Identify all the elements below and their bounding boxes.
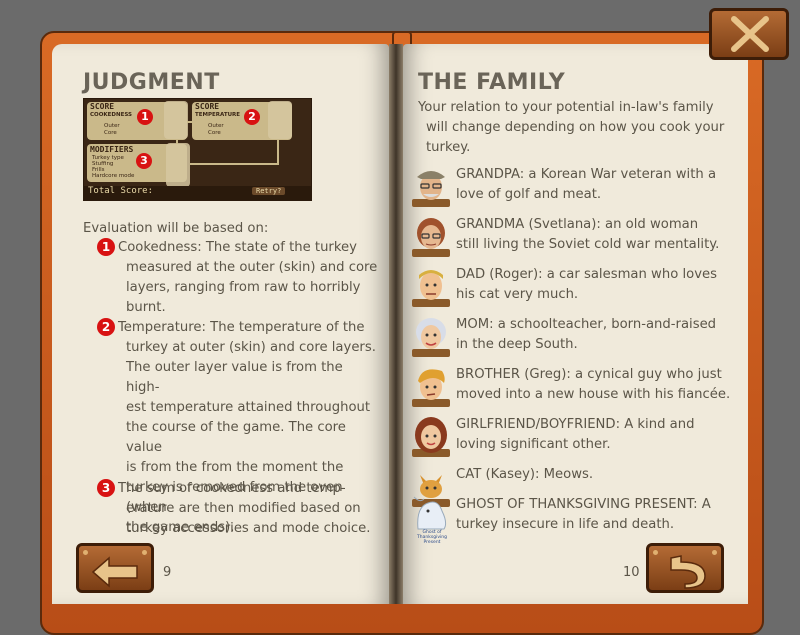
- item-2-badge: 2: [97, 318, 115, 336]
- item-1-line: measured at the outer (skin) and core: [126, 260, 378, 275]
- character-mom: MOM: a schoolteacher, born-and-raised in…: [408, 313, 750, 357]
- retry-button-preview: Retry?: [252, 187, 286, 195]
- item-2-line: est temperature attained throughout: [126, 400, 371, 415]
- evaluation-item-3: The sum of cookedness and temp- erature …: [98, 479, 378, 539]
- return-button[interactable]: [646, 543, 724, 593]
- item-2-line: the course of the game. The core value: [126, 420, 346, 455]
- modifiers-tab: [166, 143, 190, 187]
- character-grandpa: GRANDPA: a Korean War veteran with a lov…: [408, 163, 750, 207]
- character-line: DAD (Roger): a car salesman who loves: [456, 267, 717, 282]
- total-score-label: Total Score:: [88, 186, 154, 196]
- caption-line: Thanksgiving Present: [417, 535, 447, 545]
- callout-badge-2: 2: [244, 109, 260, 125]
- character-line: loving significant other.: [456, 437, 611, 452]
- left-page-title: JUDGMENT: [83, 70, 220, 95]
- brother-portrait: [412, 369, 450, 407]
- grandma-portrait: [412, 218, 450, 257]
- score1-title: SCORE: [90, 102, 115, 111]
- character-line: moved into a new house with his fiancée.: [456, 387, 731, 402]
- item-3-line: erature are then modified based on: [126, 501, 361, 516]
- grandpa-portrait: [412, 171, 450, 207]
- evaluation-intro: Evaluation will be based on:: [83, 221, 269, 236]
- item-1-line: layers, ranging from raw to horribly: [126, 280, 361, 295]
- item-1-badge: 1: [97, 238, 115, 256]
- character-line: GRANDMA (Svetlana): an old woman: [456, 217, 699, 232]
- connector-line: [176, 140, 178, 144]
- back-arrow-icon: [91, 556, 138, 588]
- right-page-title: THE FAMILY: [418, 70, 566, 95]
- book-spine: [389, 44, 403, 604]
- item-1-first-line: Cookedness: The state of the turkey: [118, 240, 357, 255]
- character-dad: DAD (Roger): a car salesman who loves hi…: [408, 263, 750, 307]
- score-cookedness-tab: [164, 101, 188, 139]
- girlfriend-portrait: [412, 417, 450, 457]
- character-grandma: GRANDMA (Svetlana): an old woman still l…: [408, 213, 750, 257]
- character-line: still living the Soviet cold war mentali…: [456, 237, 720, 252]
- character-line: BROTHER (Greg): a cynical guy who just: [456, 367, 722, 382]
- score1-subtitle: COOKEDNESS: [90, 112, 133, 118]
- ghost-description: GHOST OF THANKSGIVING PRESENT: A turkey …: [456, 495, 748, 535]
- score2-title: SCORE: [195, 102, 220, 111]
- item-2-line: is from the from the moment the: [126, 460, 344, 475]
- return-arrow-icon: [670, 555, 706, 589]
- ghost-portrait-caption: Ghost of Thanksgiving Present: [408, 530, 456, 545]
- intro-line: turkey.: [426, 140, 471, 155]
- character-line: CAT (Kasey): Meows.: [456, 467, 594, 482]
- item-3-line: turkey accessories and mode choice.: [126, 521, 371, 536]
- character-line: turkey insecure in life and death.: [456, 517, 675, 532]
- score-temperature-tab: [268, 101, 292, 139]
- character-line: MOM: a schoolteacher, born-and-raised: [456, 317, 717, 332]
- item-2-first-line: Temperature: The temperature of the: [118, 320, 365, 335]
- item-1-line: burnt.: [126, 300, 166, 315]
- dad-portrait: [412, 270, 450, 307]
- mom-portrait: [412, 318, 450, 357]
- family-intro: Your relation to your potential in-law's…: [418, 98, 738, 158]
- item-3-badge: 3: [97, 479, 115, 497]
- character-ghost: Ghost of Thanksgiving Present GHOST OF T…: [408, 493, 750, 545]
- callout-badge-1: 1: [137, 109, 153, 125]
- grandpa-description: GRANDPA: a Korean War veteran with a lov…: [456, 165, 748, 205]
- character-line: in the deep South.: [456, 337, 578, 352]
- mom-description: MOM: a schoolteacher, born-and-raised in…: [456, 315, 748, 355]
- connector-line: [187, 121, 192, 123]
- intro-line: Your relation to your potential in-law's…: [418, 100, 714, 115]
- item-2-line: The outer layer value is from the high-: [126, 360, 343, 395]
- item-2-line: turkey at outer (skin) and core layers.: [126, 340, 376, 355]
- modifiers-title: MODIFIERS: [90, 145, 134, 154]
- score2-subtitle: TEMPERATURE: [195, 112, 241, 118]
- close-x-icon: [731, 16, 769, 52]
- score2-row-outer: Outer: [208, 123, 224, 129]
- right-page-number: 10: [623, 565, 640, 580]
- character-line: his cat very much.: [456, 287, 579, 302]
- intro-line: will change depending on how you cook yo…: [426, 120, 725, 135]
- character-line: GHOST OF THANKSGIVING PRESENT: A: [456, 497, 711, 512]
- score1-row-outer: Outer: [104, 123, 120, 129]
- callout-badge-3: 3: [136, 153, 152, 169]
- close-button[interactable]: [709, 8, 789, 60]
- character-brother: BROTHER (Greg): a cynical guy who just m…: [408, 363, 750, 407]
- character-line: love of golf and meat.: [456, 187, 602, 202]
- item-3-first-line: The sum of cookedness and temp-: [118, 481, 346, 496]
- left-page-number: 9: [163, 565, 172, 580]
- character-girlfriend: GIRLFRIEND/BOYFRIEND: A kind and loving …: [408, 413, 750, 457]
- dad-description: DAD (Roger): a car salesman who loves hi…: [456, 265, 748, 305]
- grandma-description: GRANDMA (Svetlana): an old woman still l…: [456, 215, 748, 255]
- evaluation-item-1: Cookedness: The state of the turkey meas…: [98, 238, 378, 318]
- girlfriend-description: GIRLFRIEND/BOYFRIEND: A kind and loving …: [456, 415, 748, 455]
- modifier-row: Hardcore mode: [92, 173, 135, 179]
- score2-row-core: Core: [208, 130, 221, 136]
- cat-description: CAT (Kasey): Meows.: [456, 465, 748, 485]
- back-button[interactable]: [76, 543, 154, 593]
- connector-line: [190, 163, 278, 165]
- character-line: GRANDPA: a Korean War veteran with a: [456, 167, 717, 182]
- score1-row-core: Core: [104, 130, 117, 136]
- character-line: GIRLFRIEND/BOYFRIEND: A kind and: [456, 417, 695, 432]
- judgment-preview-image: SCORE COOKEDNESS Outer Core SCORE TEMPER…: [83, 98, 312, 201]
- connector-line: [277, 140, 279, 165]
- brother-description: BROTHER (Greg): a cynical guy who just m…: [456, 365, 748, 405]
